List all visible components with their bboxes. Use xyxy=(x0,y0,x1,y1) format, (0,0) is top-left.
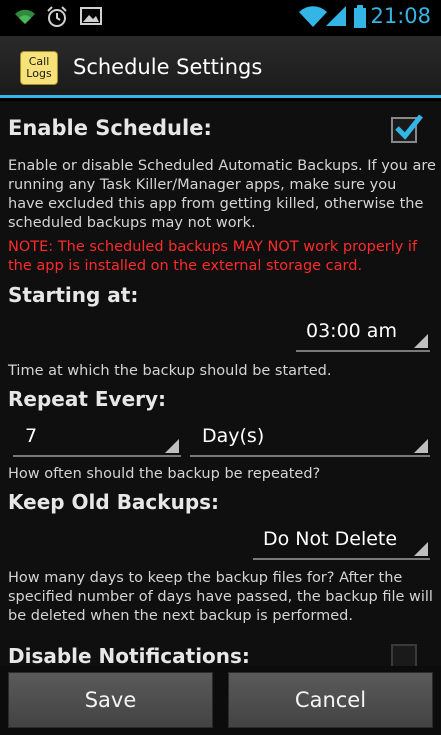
spinner-arrow-icon xyxy=(414,542,428,556)
keep-backups-spinner[interactable]: Do Not Delete xyxy=(253,524,430,560)
app-logo-line2: Logs xyxy=(26,67,52,80)
keep-old-backups-description: How many days to keep the backup files f… xyxy=(8,570,433,624)
settings-content[interactable]: Enable Schedule: Enable or disable Sched… xyxy=(0,101,441,670)
starting-at-heading: Starting at: xyxy=(8,283,139,307)
battery-icon xyxy=(353,5,367,33)
app-logo[interactable]: Call Logs xyxy=(20,51,58,85)
status-bar: 21:08 xyxy=(0,0,441,36)
start-time-value: 03:00 am xyxy=(306,320,397,342)
keep-old-backups-heading: Keep Old Backups: xyxy=(8,490,220,514)
enable-schedule-description: Enable or disable Scheduled Automatic Ba… xyxy=(8,158,436,231)
repeat-count-value: 7 xyxy=(25,425,38,447)
checkmark-icon xyxy=(395,114,423,140)
action-bar: Call Logs Schedule Settings xyxy=(0,36,441,98)
start-time-spinner[interactable]: 03:00 am xyxy=(296,316,430,352)
enable-schedule-heading: Enable Schedule: xyxy=(8,116,212,140)
disable-notifications-heading: Disable Notifications: xyxy=(8,644,250,668)
signal-icon xyxy=(324,5,348,31)
save-button[interactable]: Save xyxy=(8,672,213,728)
repeat-count-spinner[interactable]: 7 xyxy=(13,421,181,457)
spinner-arrow-icon xyxy=(414,334,428,348)
spinner-arrow-icon xyxy=(414,439,428,453)
cancel-button[interactable]: Cancel xyxy=(228,672,433,728)
spinner-arrow-icon xyxy=(165,439,179,453)
picture-icon xyxy=(80,6,102,30)
repeat-unit-value: Day(s) xyxy=(202,425,265,447)
alarm-icon xyxy=(46,6,68,32)
wifi-small-icon xyxy=(14,6,36,30)
keep-backups-value: Do Not Delete xyxy=(263,528,398,550)
page-title: Schedule Settings xyxy=(73,55,263,79)
enable-schedule-checkbox[interactable] xyxy=(391,114,423,143)
repeat-every-description: How often should the backup be repeated? xyxy=(8,466,321,482)
starting-at-description: Time at which the backup should be start… xyxy=(8,363,332,379)
repeat-every-heading: Repeat Every: xyxy=(8,387,167,411)
enable-schedule-note: NOTE: The scheduled backups MAY NOT work… xyxy=(8,239,418,274)
clock-time: 21:08 xyxy=(370,4,431,28)
repeat-unit-spinner[interactable]: Day(s) xyxy=(190,421,430,457)
button-bar: Save Cancel xyxy=(0,666,441,735)
